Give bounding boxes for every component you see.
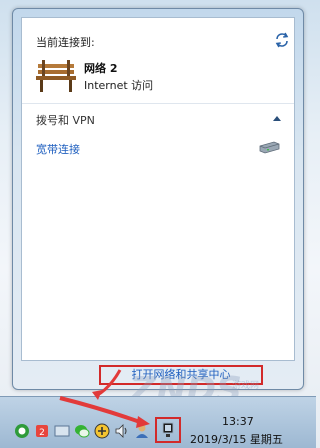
svg-text:2: 2 (39, 428, 45, 438)
window-tray-icon[interactable] (54, 423, 70, 439)
network-bench-icon (36, 60, 76, 92)
network-status: Internet 访问 (84, 79, 154, 92)
app-tray-icon[interactable]: 2 (34, 423, 50, 439)
broadband-connection-item[interactable]: 宽带连接 (22, 136, 294, 162)
clock-time[interactable]: 13:37 (222, 415, 254, 428)
currently-connected-label: 当前连接到: (36, 36, 95, 49)
chevron-up-icon[interactable] (272, 114, 282, 122)
connected-section: 当前连接到: 网络 2 Internet 访问 (22, 18, 294, 102)
security-tray-icon[interactable] (94, 423, 110, 439)
clock-date[interactable]: 2019/3/15 星期五 (190, 431, 283, 447)
modem-icon (259, 141, 280, 154)
refresh-icon[interactable] (274, 32, 290, 48)
user-tray-icon[interactable] (134, 423, 150, 439)
dialup-vpn-title: 拨号和 VPN (36, 114, 95, 127)
taskbar: 2 13:37 2019/3/15 星期五 (0, 396, 316, 448)
360-icon[interactable] (14, 423, 30, 439)
broadband-connection-label[interactable]: 宽带连接 (36, 141, 80, 157)
wechat-icon[interactable] (74, 423, 90, 439)
dialup-vpn-header[interactable]: 拨号和 VPN (22, 104, 294, 132)
network-tray-highlight[interactable] (155, 417, 181, 443)
volume-icon[interactable] (114, 423, 130, 439)
watermark-sub: 游戏网 (232, 381, 260, 391)
network-tray-icon[interactable] (160, 422, 176, 438)
network-flyout-panel: 当前连接到: 网络 2 Internet 访问 拨号和 VPN 宽带连接 (21, 17, 295, 361)
network-name: 网络 2 (84, 62, 118, 75)
network-flyout: 当前连接到: 网络 2 Internet 访问 拨号和 VPN 宽带连接 打开网… (12, 8, 304, 390)
